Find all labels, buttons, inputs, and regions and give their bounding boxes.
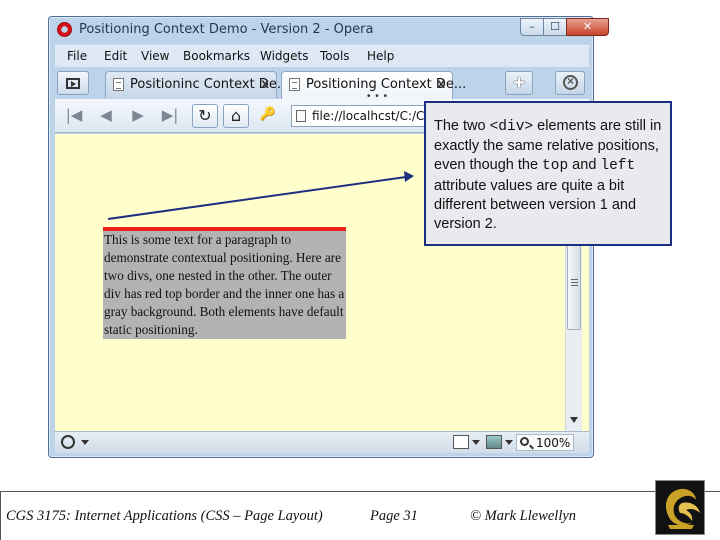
panel-toggle-button[interactable]	[57, 71, 89, 95]
rewind-button[interactable]: |◀	[61, 105, 87, 127]
forward-button[interactable]: ▶	[125, 105, 151, 127]
callout-text: and	[568, 157, 601, 174]
panel-icon[interactable]	[453, 435, 469, 449]
magnifier-icon	[520, 437, 529, 446]
menu-tools[interactable]: Tools	[320, 49, 350, 63]
opera-logo-icon[interactable]	[57, 22, 72, 37]
grip-icon	[571, 279, 578, 286]
caret-down-icon[interactable]	[505, 440, 513, 445]
annotation-callout: The two <div> elements are still in exac…	[424, 101, 672, 246]
key-icon[interactable]: 🔑	[255, 104, 281, 128]
tab-positioning-context-1[interactable]: Positioninc Context De... x	[105, 71, 289, 98]
maximize-button[interactable]: ☐	[543, 18, 567, 36]
close-button[interactable]: ✕	[566, 18, 609, 36]
footer-divider	[0, 491, 720, 492]
callout-text: The two	[434, 118, 490, 134]
menu-file[interactable]: File	[67, 49, 87, 63]
menu-help[interactable]: Help	[367, 49, 394, 63]
closed-tabs-button[interactable]	[555, 71, 585, 95]
trash-icon	[563, 74, 578, 90]
minimize-button[interactable]: –	[520, 18, 544, 36]
status-bar: 100%	[55, 431, 589, 453]
tab-close-icon[interactable]: x	[261, 75, 269, 91]
outer-div-red-border: This is some text for a paragraph to dem…	[103, 227, 346, 339]
menu-view[interactable]: View	[141, 49, 169, 63]
footer-author: © Mark Llewellyn	[470, 508, 577, 524]
menu-bar: File Edit View Bookmarks Widgets Tools H…	[55, 45, 589, 67]
zoom-control[interactable]: 100%	[516, 434, 574, 451]
back-button[interactable]: ◀	[93, 105, 119, 127]
panel-toggle-icon	[66, 78, 80, 89]
pegasus-logo-icon	[665, 488, 700, 529]
page-icon	[113, 78, 124, 91]
reload-button[interactable]: ↻	[192, 104, 218, 128]
menu-widgets[interactable]: Widgets	[260, 49, 309, 63]
callout-code-div: <div>	[489, 119, 534, 135]
page-icon	[296, 110, 306, 122]
new-tab-button[interactable]: +	[505, 71, 533, 95]
fast-forward-button[interactable]: ▶|	[157, 105, 183, 127]
menu-bookmarks[interactable]: Bookmarks	[183, 49, 250, 63]
footer-divider	[0, 491, 1, 540]
title-bar[interactable]: Positioning Context Demo - Version 2 - O…	[49, 17, 609, 43]
callout-code-top: top	[542, 158, 569, 175]
speed-dial-icon[interactable]	[61, 435, 75, 449]
caret-down-icon[interactable]	[81, 440, 89, 445]
window-title: Positioning Context Demo - Version 2 - O…	[79, 22, 374, 37]
paragraph-text: This is some text for a paragraph to dem…	[104, 232, 345, 337]
callout-text: attribute values are quite a bit differe…	[434, 177, 637, 233]
scroll-down-arrow-icon[interactable]	[570, 417, 578, 423]
page-icon	[289, 78, 300, 91]
menu-edit[interactable]: Edit	[104, 49, 127, 63]
caret-down-icon[interactable]	[472, 440, 480, 445]
image-icon[interactable]	[486, 435, 502, 449]
tab-bar: Positioninc Context De... x Positioning …	[55, 68, 589, 102]
footer-course: CGS 3175: Internet Applications (CSS – P…	[6, 508, 323, 524]
ucf-pegasus-logo	[655, 480, 705, 535]
address-text: file://localhcst/C:/C	[312, 109, 425, 123]
scrollbar-thumb[interactable]	[567, 238, 581, 330]
footer-page-number: Page 31	[370, 508, 418, 524]
tab-close-icon[interactable]: x	[437, 75, 445, 91]
callout-code-left: left	[600, 158, 636, 175]
zoom-level: 100%	[536, 436, 571, 450]
home-button[interactable]: ⌂	[223, 104, 249, 128]
